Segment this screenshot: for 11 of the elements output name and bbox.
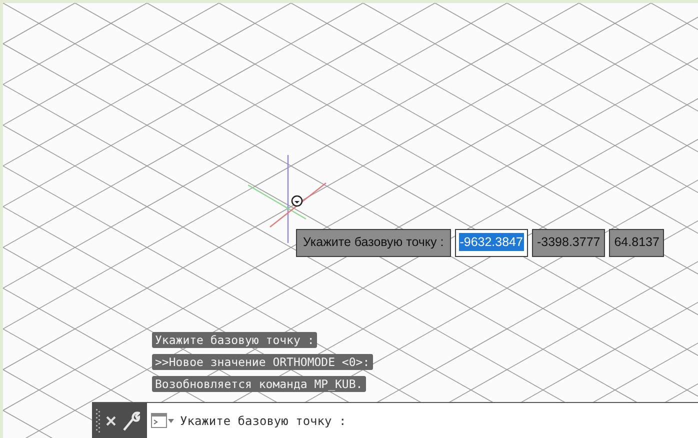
cursor-icon [291, 195, 303, 207]
dynamic-input-prompt: Укажите базовую точку : [296, 229, 451, 257]
command-line-field[interactable]: Укажите базовую точку : [147, 403, 698, 438]
grip-dots-icon [96, 409, 100, 433]
coordinate-field[interactable]: -9632.3847 [454, 229, 528, 257]
command-bar-grip[interactable] [92, 403, 147, 438]
coordinate-field[interactable]: -3398.3777 [532, 229, 606, 257]
close-button[interactable] [105, 415, 117, 427]
command-prompt-icon[interactable] [151, 413, 175, 429]
wrench-icon[interactable] [122, 411, 140, 431]
coordinate-field[interactable]: 64.8137 [609, 229, 664, 257]
